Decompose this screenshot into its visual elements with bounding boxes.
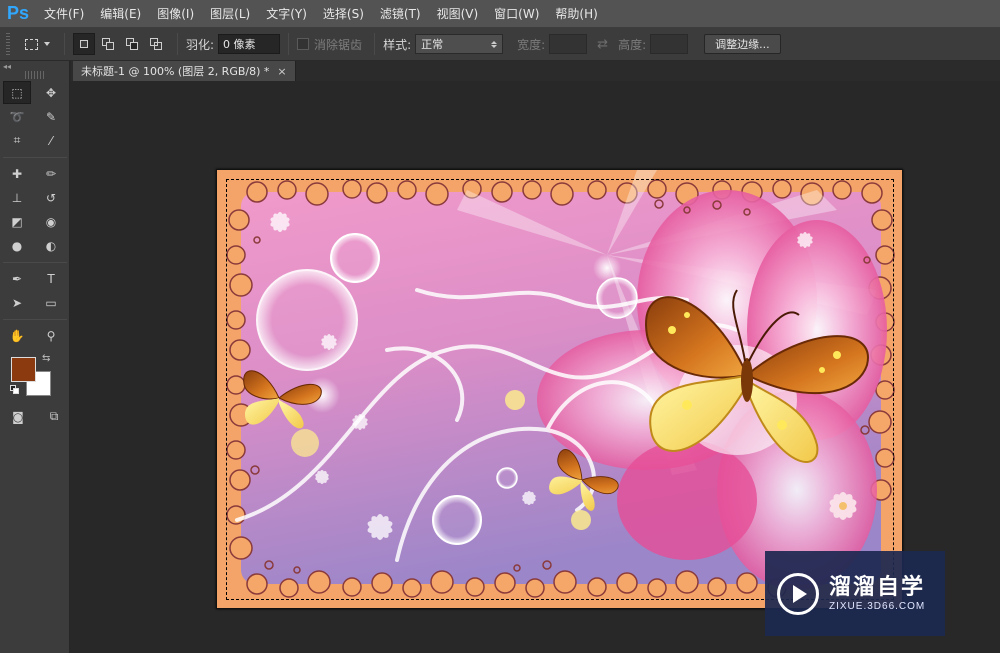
add-selection-icon bbox=[102, 38, 114, 50]
collapse-panel-icon[interactable]: ◂◂ bbox=[0, 61, 69, 71]
healing-brush-tool-icon[interactable]: ✚ bbox=[3, 162, 31, 185]
color-swatches: ⇆ bbox=[0, 351, 69, 403]
pen-tool-icon[interactable]: ✒ bbox=[3, 267, 31, 290]
updown-arrows-icon bbox=[491, 40, 498, 48]
eraser-tool-icon[interactable]: ◩ bbox=[3, 210, 31, 233]
divider bbox=[374, 33, 376, 55]
new-selection-icon bbox=[78, 38, 90, 50]
path-selection-tool-icon[interactable]: ➤ bbox=[3, 291, 31, 314]
divider bbox=[288, 33, 290, 55]
menu-edit[interactable]: 编辑(E) bbox=[92, 0, 149, 28]
eyedropper-tool-icon[interactable]: ⁄ bbox=[37, 129, 65, 152]
menu-file[interactable]: 文件(F) bbox=[36, 0, 92, 28]
default-colors-icon[interactable] bbox=[10, 385, 20, 395]
menu-window[interactable]: 窗口(W) bbox=[486, 0, 547, 28]
tool-grid: ⬚ ✥ ➰ ✎ ⌗ ⁄ ✚ ✏ ⊥ ↺ ◩ ◉ ● ◐ ✒ T ➤ ▭ ✋ ⚲ bbox=[0, 79, 69, 347]
document-canvas[interactable] bbox=[216, 169, 903, 609]
dodge-tool-icon[interactable]: ◐ bbox=[37, 234, 65, 257]
move-tool-icon[interactable]: ✥ bbox=[37, 81, 65, 104]
height-input[interactable] bbox=[650, 34, 689, 54]
tools-panel: ◂◂ ⬚ ✥ ➰ ✎ ⌗ ⁄ ✚ ✏ ⊥ ↺ ◩ ◉ ● ◐ ✒ T ➤ ▭ ✋ ⚲ ⇆ ◙ ⧉ bbox=[0, 61, 70, 653]
tool-group-divider bbox=[3, 153, 67, 158]
document-tab[interactable]: 未标题-1 @ 100% (图层 2, RGB/8) * × bbox=[73, 61, 296, 81]
tool-preset-picker[interactable] bbox=[18, 33, 56, 55]
subtract-from-selection-button[interactable] bbox=[121, 33, 143, 55]
options-bar-grip[interactable] bbox=[6, 33, 10, 55]
height-label: 高度: bbox=[618, 37, 647, 52]
chevron-down-icon bbox=[43, 42, 50, 46]
tool-group-divider bbox=[3, 315, 67, 320]
zoom-tool-icon[interactable]: ⚲ bbox=[37, 324, 65, 347]
screen-mode-icon[interactable]: ⧉ bbox=[44, 405, 64, 428]
menu-filter[interactable]: 滤镜(T) bbox=[372, 0, 429, 28]
hand-tool-icon[interactable]: ✋ bbox=[3, 324, 31, 347]
intersect-selection-icon bbox=[150, 38, 162, 50]
document-tab-title: 未标题-1 @ 100% (图层 2, RGB/8) * bbox=[81, 65, 270, 78]
add-to-selection-button[interactable] bbox=[97, 33, 119, 55]
menu-select[interactable]: 选择(S) bbox=[315, 0, 372, 28]
swap-dimensions-icon[interactable]: ⇄ bbox=[597, 37, 608, 52]
feather-label: 羽化: bbox=[186, 37, 215, 52]
watermark-title: 溜溜自学 bbox=[829, 575, 926, 600]
crop-tool-icon[interactable]: ⌗ bbox=[3, 129, 31, 152]
close-icon[interactable]: × bbox=[277, 65, 286, 78]
width-label: 宽度: bbox=[517, 37, 546, 52]
quick-selection-tool-icon[interactable]: ✎ bbox=[37, 105, 65, 128]
menu-view[interactable]: 视图(V) bbox=[429, 0, 487, 28]
subtract-selection-icon bbox=[126, 38, 138, 50]
brush-tool-icon[interactable]: ✏ bbox=[37, 162, 65, 185]
tool-group-divider bbox=[3, 258, 67, 263]
rectangle-shape-tool-icon[interactable]: ▭ bbox=[37, 291, 65, 314]
paint-bucket-tool-icon[interactable]: ◉ bbox=[37, 210, 65, 233]
watermark-logo: 溜溜自学 ZIXUE.3D66.COM bbox=[765, 551, 945, 636]
new-selection-button[interactable] bbox=[73, 33, 95, 55]
tools-panel-grip[interactable] bbox=[25, 71, 44, 79]
menu-type[interactable]: 文字(Y) bbox=[258, 0, 315, 28]
menu-image[interactable]: 图像(I) bbox=[149, 0, 202, 28]
rect-marquee-icon bbox=[24, 38, 38, 50]
menu-help[interactable]: 帮助(H) bbox=[547, 0, 605, 28]
refine-edge-button[interactable]: 调整边缘... bbox=[704, 34, 781, 54]
quick-mask-icon[interactable]: ◙ bbox=[8, 405, 28, 428]
antialias-checkbox[interactable] bbox=[297, 38, 310, 50]
blur-tool-icon[interactable]: ● bbox=[3, 234, 31, 257]
feather-input[interactable] bbox=[218, 34, 281, 54]
swap-colors-icon[interactable]: ⇆ bbox=[42, 353, 50, 364]
divider bbox=[177, 33, 178, 55]
watermark-url: ZIXUE.3D66.COM bbox=[829, 601, 926, 612]
lasso-tool-icon[interactable]: ➰ bbox=[3, 105, 31, 128]
rect-marquee-tool-icon[interactable]: ⬚ bbox=[3, 81, 31, 104]
clone-stamp-tool-icon[interactable]: ⊥ bbox=[3, 186, 31, 209]
style-label: 样式: bbox=[383, 37, 412, 52]
type-tool-icon[interactable]: T bbox=[37, 267, 65, 290]
foreground-color-swatch[interactable] bbox=[11, 357, 36, 382]
menu-bar: Ps 文件(F) 编辑(E) 图像(I) 图层(L) 文字(Y) 选择(S) 滤… bbox=[0, 0, 1000, 28]
style-select-value: 正常 bbox=[421, 38, 444, 51]
antialias-label: 消除锯齿 bbox=[314, 37, 363, 52]
divider bbox=[64, 33, 65, 55]
options-bar: 羽化: 消除锯齿 样式: 正常 宽度: ⇄ 高度: 调整边缘... bbox=[0, 28, 1000, 61]
canvas-artwork bbox=[217, 170, 902, 608]
play-icon bbox=[777, 572, 819, 615]
intersect-selection-button[interactable] bbox=[145, 33, 167, 55]
history-brush-tool-icon[interactable]: ↺ bbox=[37, 186, 65, 209]
style-select[interactable]: 正常 bbox=[415, 34, 504, 54]
width-input[interactable] bbox=[549, 34, 588, 54]
menu-layer[interactable]: 图层(L) bbox=[202, 0, 258, 28]
bottom-tools: ◙ ⧉ bbox=[0, 405, 69, 428]
photoshop-logo: Ps bbox=[6, 3, 30, 23]
document-tab-bar: 未标题-1 @ 100% (图层 2, RGB/8) * × bbox=[71, 61, 1000, 81]
